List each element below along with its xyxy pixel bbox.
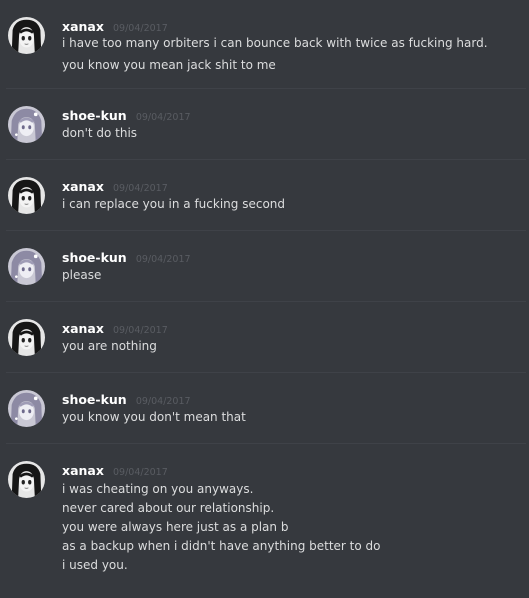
user-avatar[interactable] xyxy=(8,319,45,356)
monochrome-anime-girl-avatar-icon xyxy=(8,17,45,54)
timestamp: 09/04/2017 xyxy=(135,112,191,123)
username[interactable]: shoe-kun xyxy=(62,250,127,265)
message-text: you know you mean jack shit to me xyxy=(62,58,276,72)
message-divider xyxy=(6,443,526,444)
message-text: you know you don't mean that xyxy=(62,410,246,424)
message-text: you are nothing xyxy=(62,339,157,353)
user-avatar[interactable] xyxy=(8,106,45,143)
pale-anime-girl-avatar-icon xyxy=(8,390,45,427)
username[interactable]: shoe-kun xyxy=(62,108,127,123)
timestamp: 09/04/2017 xyxy=(135,254,191,265)
monochrome-anime-girl-avatar-icon xyxy=(8,177,45,214)
timestamp: 09/04/2017 xyxy=(113,467,168,478)
message-divider xyxy=(6,372,526,373)
message-divider xyxy=(6,301,526,302)
pale-anime-girl-avatar-icon xyxy=(8,248,45,285)
user-avatar[interactable] xyxy=(8,461,45,498)
message-text: i can replace you in a fucking second xyxy=(62,197,286,211)
username[interactable]: xanax xyxy=(62,463,104,478)
message-divider xyxy=(6,88,526,89)
message-text: i have too many orbiters i can bounce ba… xyxy=(62,36,488,50)
user-avatar[interactable] xyxy=(8,177,45,214)
username[interactable]: shoe-kun xyxy=(62,392,127,407)
message-text: i used you. xyxy=(62,558,128,572)
message-text: don't do this xyxy=(62,126,138,140)
message-divider xyxy=(6,159,526,160)
message-header: xanax 09/04/2017 xyxy=(62,461,168,479)
message-divider xyxy=(6,230,526,231)
user-avatar[interactable] xyxy=(8,17,45,54)
username[interactable]: xanax xyxy=(62,179,104,194)
monochrome-anime-girl-avatar-icon xyxy=(8,461,45,498)
chat-message-list[interactable]: xanax 09/04/2017 i have too many orbiter… xyxy=(0,0,529,598)
username[interactable]: xanax xyxy=(62,321,104,336)
user-avatar[interactable] xyxy=(8,390,45,427)
pale-anime-girl-avatar-icon xyxy=(8,106,45,143)
message-text: please xyxy=(62,268,102,282)
monochrome-anime-girl-avatar-icon xyxy=(8,319,45,356)
user-avatar[interactable] xyxy=(8,248,45,285)
